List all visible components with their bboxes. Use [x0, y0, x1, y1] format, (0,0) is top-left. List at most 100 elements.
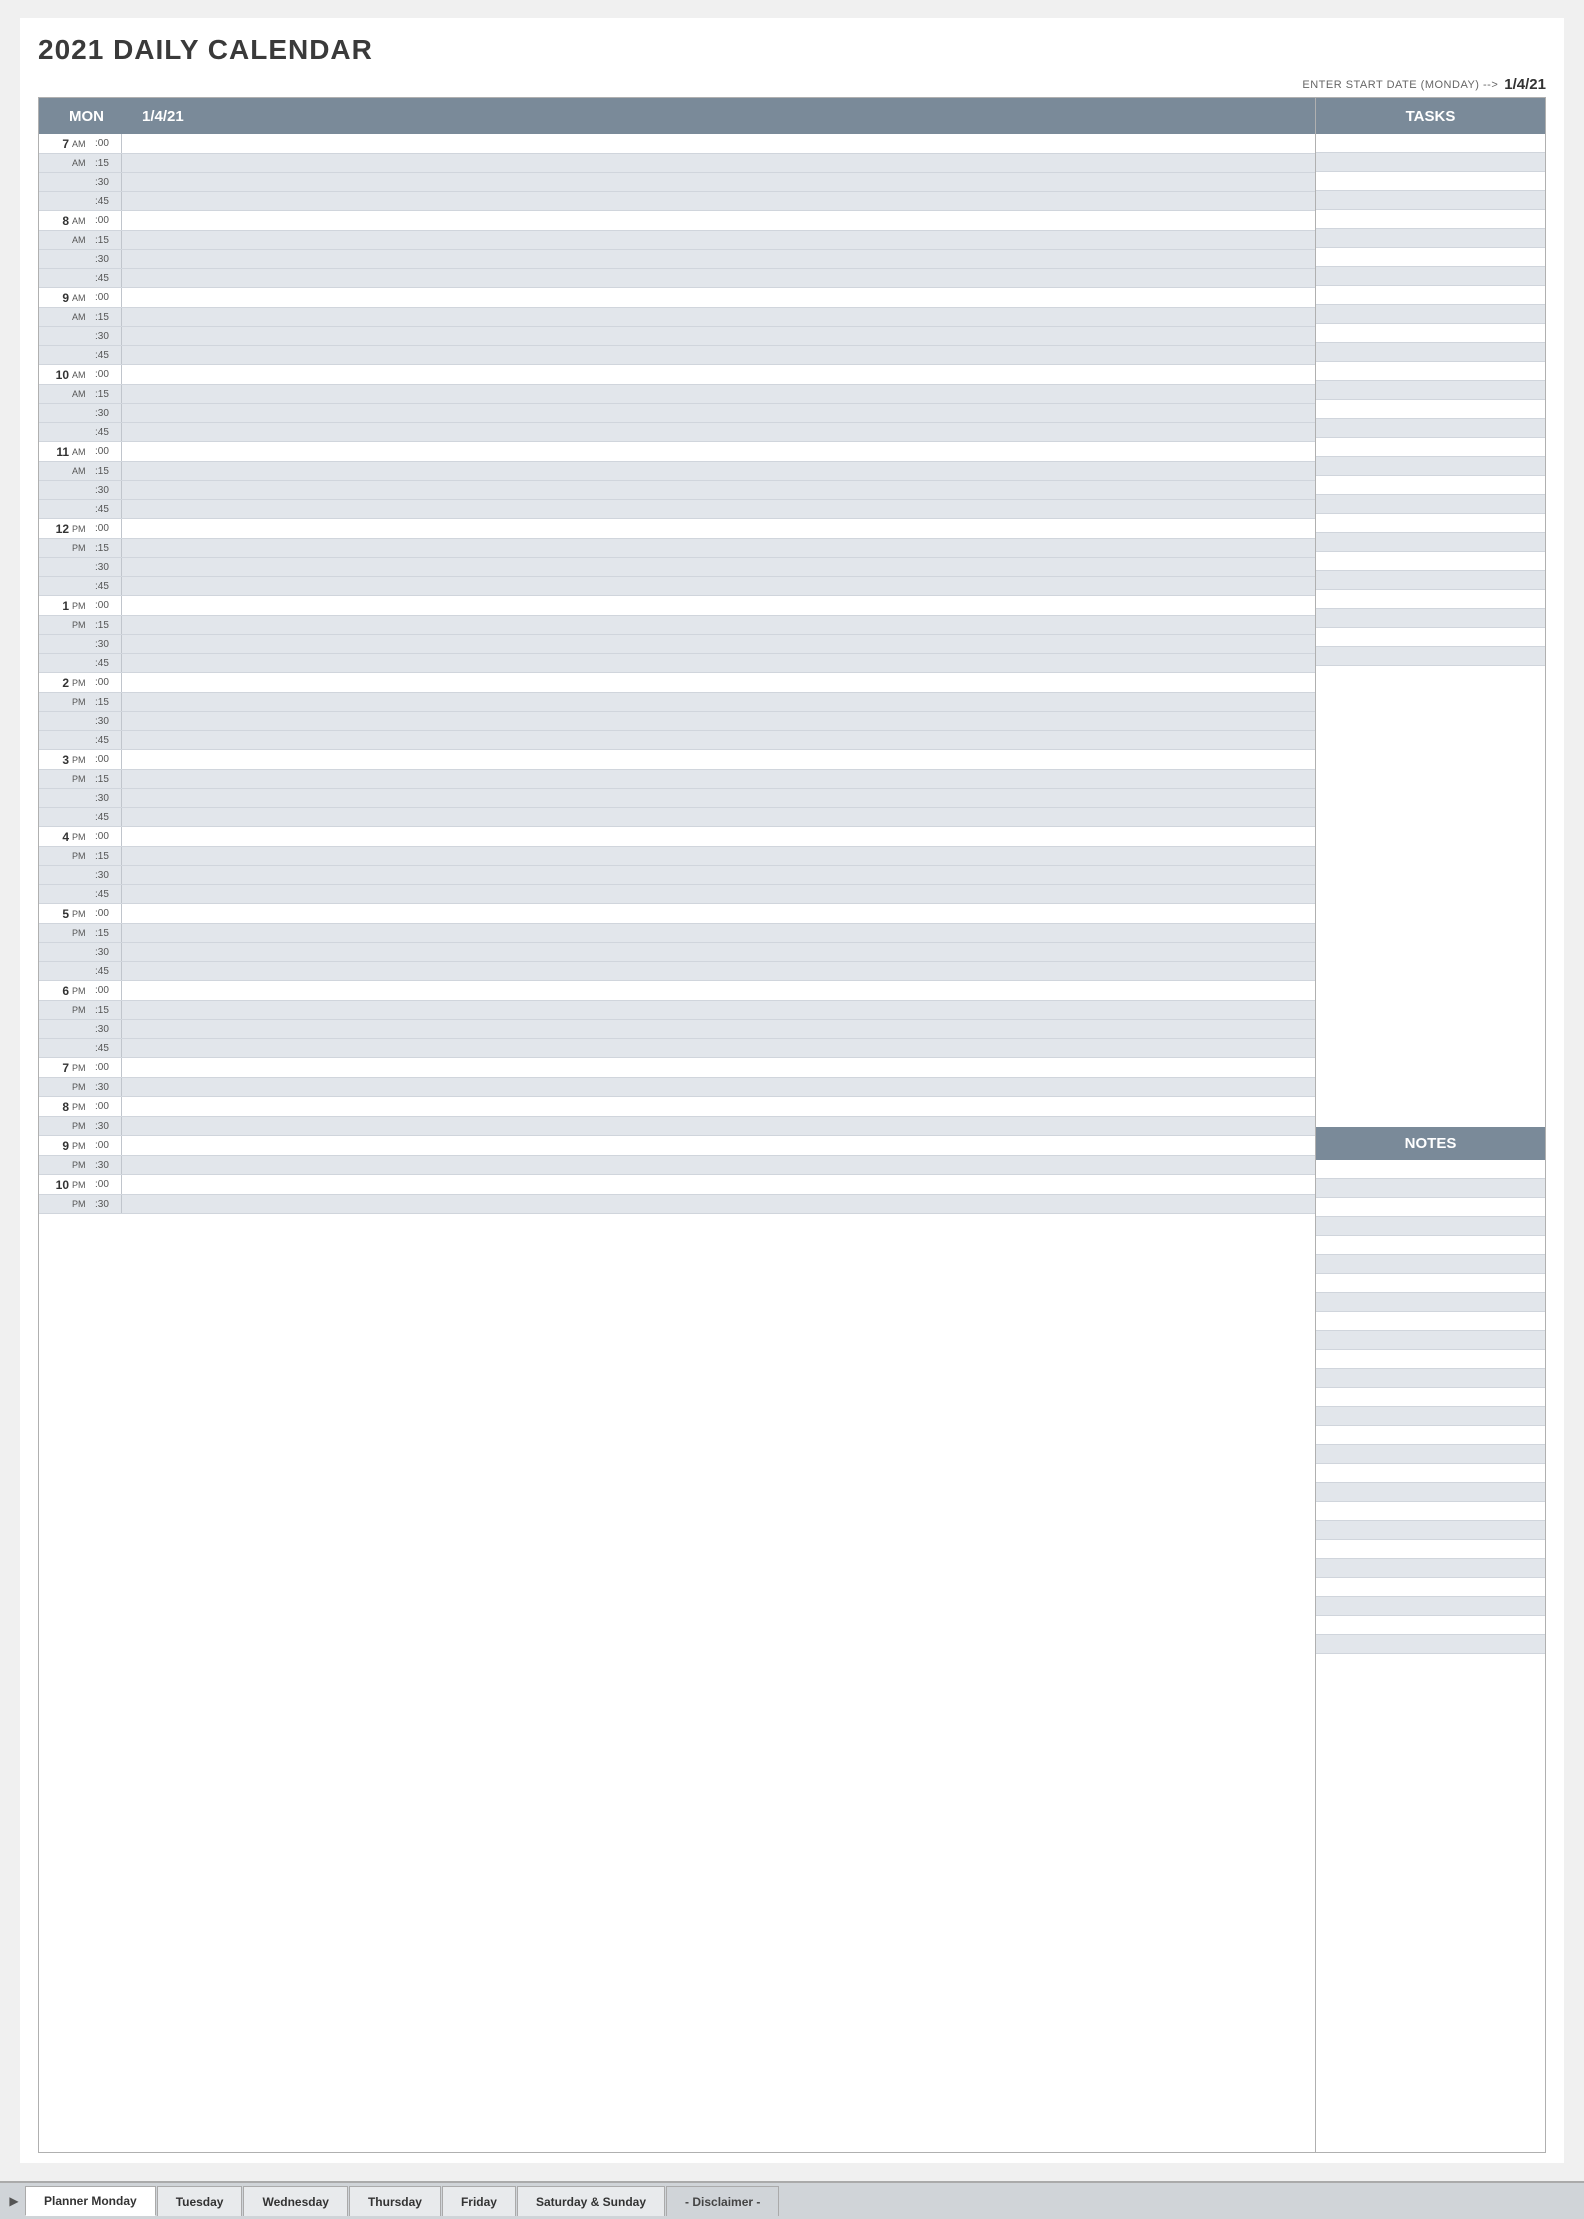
- task-row[interactable]: [1316, 229, 1545, 248]
- time-row[interactable]: 1PM:00: [39, 596, 1315, 616]
- note-row[interactable]: [1316, 1559, 1545, 1578]
- tab-item[interactable]: Thursday: [349, 2186, 441, 2216]
- time-content[interactable]: [121, 693, 1315, 711]
- time-row[interactable]: PM:15: [39, 1001, 1315, 1020]
- time-content[interactable]: [121, 500, 1315, 518]
- time-row[interactable]: 9AM:00: [39, 288, 1315, 308]
- time-content[interactable]: [121, 673, 1315, 692]
- time-content[interactable]: [121, 558, 1315, 576]
- tab-item[interactable]: - Disclaimer -: [666, 2186, 779, 2216]
- note-row[interactable]: [1316, 1198, 1545, 1217]
- task-row[interactable]: [1316, 305, 1545, 324]
- time-content[interactable]: [121, 1195, 1315, 1213]
- tab-item[interactable]: Tuesday: [157, 2186, 243, 2216]
- time-row[interactable]: AM:15: [39, 385, 1315, 404]
- time-row[interactable]: AM:15: [39, 154, 1315, 173]
- task-row[interactable]: [1316, 191, 1545, 210]
- note-row[interactable]: [1316, 1578, 1545, 1597]
- time-row[interactable]: :30: [39, 173, 1315, 192]
- note-row[interactable]: [1316, 1502, 1545, 1521]
- note-row[interactable]: [1316, 1293, 1545, 1312]
- task-row[interactable]: [1316, 438, 1545, 457]
- time-content[interactable]: [121, 327, 1315, 345]
- note-row[interactable]: [1316, 1350, 1545, 1369]
- time-row[interactable]: :45: [39, 269, 1315, 288]
- time-row[interactable]: 5PM:00: [39, 904, 1315, 924]
- time-row[interactable]: PM:15: [39, 616, 1315, 635]
- task-row[interactable]: [1316, 400, 1545, 419]
- time-row[interactable]: 12PM:00: [39, 519, 1315, 539]
- time-content[interactable]: [121, 731, 1315, 749]
- time-content[interactable]: [121, 962, 1315, 980]
- time-content[interactable]: [121, 596, 1315, 615]
- time-row[interactable]: :45: [39, 654, 1315, 673]
- time-content[interactable]: [121, 154, 1315, 172]
- time-row[interactable]: 7AM:00: [39, 134, 1315, 154]
- task-row[interactable]: [1316, 609, 1545, 628]
- time-content[interactable]: [121, 750, 1315, 769]
- time-row[interactable]: PM:30: [39, 1156, 1315, 1175]
- tab-item[interactable]: Wednesday: [243, 2186, 347, 2216]
- time-content[interactable]: [121, 866, 1315, 884]
- tab-scroll-left[interactable]: ▶: [4, 2191, 24, 2211]
- time-content[interactable]: [121, 1039, 1315, 1057]
- time-content[interactable]: [121, 308, 1315, 326]
- time-content[interactable]: [121, 423, 1315, 441]
- time-row[interactable]: PM:15: [39, 847, 1315, 866]
- time-content[interactable]: [121, 808, 1315, 826]
- task-row[interactable]: [1316, 514, 1545, 533]
- time-row[interactable]: :45: [39, 500, 1315, 519]
- time-row[interactable]: :45: [39, 962, 1315, 981]
- time-row[interactable]: :30: [39, 250, 1315, 269]
- time-row[interactable]: :45: [39, 192, 1315, 211]
- time-content[interactable]: [121, 1058, 1315, 1077]
- time-row[interactable]: :45: [39, 346, 1315, 365]
- time-content[interactable]: [121, 231, 1315, 249]
- time-content[interactable]: [121, 1097, 1315, 1116]
- note-row[interactable]: [1316, 1445, 1545, 1464]
- time-content[interactable]: [121, 173, 1315, 191]
- time-content[interactable]: [121, 134, 1315, 153]
- time-row[interactable]: AM:15: [39, 308, 1315, 327]
- time-row[interactable]: :45: [39, 423, 1315, 442]
- note-row[interactable]: [1316, 1616, 1545, 1635]
- time-content[interactable]: [121, 1078, 1315, 1096]
- note-row[interactable]: [1316, 1597, 1545, 1616]
- task-row[interactable]: [1316, 248, 1545, 267]
- task-row[interactable]: [1316, 362, 1545, 381]
- task-row[interactable]: [1316, 495, 1545, 514]
- time-content[interactable]: [121, 885, 1315, 903]
- time-content[interactable]: [121, 539, 1315, 557]
- task-row[interactable]: [1316, 571, 1545, 590]
- time-row[interactable]: :30: [39, 558, 1315, 577]
- time-content[interactable]: [121, 616, 1315, 634]
- time-row[interactable]: 11AM:00: [39, 442, 1315, 462]
- time-row[interactable]: PM:15: [39, 924, 1315, 943]
- note-row[interactable]: [1316, 1217, 1545, 1236]
- time-row[interactable]: 4PM:00: [39, 827, 1315, 847]
- task-row[interactable]: [1316, 153, 1545, 172]
- time-row[interactable]: AM:15: [39, 231, 1315, 250]
- note-row[interactable]: [1316, 1407, 1545, 1426]
- time-row[interactable]: PM:30: [39, 1117, 1315, 1136]
- time-content[interactable]: [121, 269, 1315, 287]
- time-content[interactable]: [121, 442, 1315, 461]
- time-content[interactable]: [121, 635, 1315, 653]
- time-content[interactable]: [121, 385, 1315, 403]
- note-row[interactable]: [1316, 1521, 1545, 1540]
- time-row[interactable]: :45: [39, 731, 1315, 750]
- note-row[interactable]: [1316, 1635, 1545, 1654]
- time-row[interactable]: :45: [39, 1039, 1315, 1058]
- time-row[interactable]: 8PM:00: [39, 1097, 1315, 1117]
- time-row[interactable]: 7PM:00: [39, 1058, 1315, 1078]
- time-row[interactable]: :45: [39, 577, 1315, 596]
- note-row[interactable]: [1316, 1255, 1545, 1274]
- time-row[interactable]: :30: [39, 481, 1315, 500]
- time-row[interactable]: 9PM:00: [39, 1136, 1315, 1156]
- time-row[interactable]: :45: [39, 885, 1315, 904]
- time-row[interactable]: :30: [39, 866, 1315, 885]
- time-content[interactable]: [121, 981, 1315, 1000]
- time-content[interactable]: [121, 346, 1315, 364]
- time-content[interactable]: [121, 1136, 1315, 1155]
- time-row[interactable]: PM:15: [39, 693, 1315, 712]
